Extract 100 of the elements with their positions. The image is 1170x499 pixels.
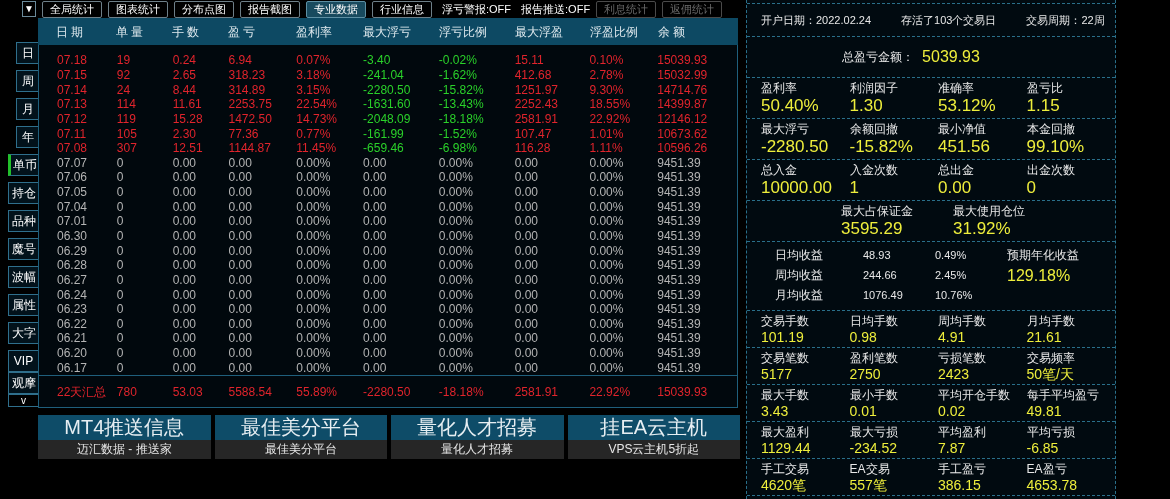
stat-value: 2750 <box>849 366 881 382</box>
table-cell-text: 0.00 <box>172 186 197 199</box>
table-cell-text: 0.00% <box>438 361 474 374</box>
stat-label: 盈亏比 <box>1026 80 1063 96</box>
table-cell-text: -1.52% <box>438 127 478 140</box>
toolbar-button[interactable]: 行业信息 <box>372 0 432 18</box>
table-cell-text: 9451.39 <box>657 317 702 330</box>
table-cell-text: 0.00 <box>514 332 539 345</box>
view-tab[interactable]: 品种 <box>8 210 38 232</box>
stat-value: 31.92% <box>953 219 1011 239</box>
toolbar-button[interactable]: 报告截图 <box>240 0 300 18</box>
ad-title[interactable]: 量化人才招募 <box>391 415 564 440</box>
account-info: 开户日期：2022.02.24 <box>761 12 872 28</box>
period-tab[interactable]: 月 <box>16 98 38 120</box>
toolbar-button[interactable]: 图表统计 <box>108 0 168 18</box>
table-cell-text: 0.00 <box>363 215 388 228</box>
table-cell-text: 0.00 <box>172 347 197 360</box>
table-cell-text: 0.00% <box>296 347 332 360</box>
view-tab[interactable]: 单币 <box>8 154 38 176</box>
table-cell-text: 0.00% <box>296 171 332 184</box>
period-tab[interactable]: 周 <box>16 70 38 92</box>
stat-value: 451.56 <box>938 137 990 157</box>
table-cell-text: 116.28 <box>514 142 552 155</box>
table-cell-text: -161.99 <box>363 127 405 140</box>
table-cell-text: 0 <box>116 200 125 213</box>
stat-value: 99.10% <box>1026 137 1085 157</box>
table-cell-text: 0.00 <box>172 361 197 374</box>
stat-label: 余额回撤 <box>849 121 898 137</box>
toolbar-button[interactable]: 专业数据 <box>306 0 366 18</box>
view-tab[interactable]: 属性 <box>8 294 38 316</box>
stat-value: 0.02 <box>938 403 966 419</box>
summary-cell-text: 5588.54 <box>228 383 273 401</box>
ad-title[interactable]: MT4推送信息 <box>38 415 211 440</box>
table-cell-text: 18.55% <box>589 98 632 111</box>
ad-title[interactable]: 挂EA云主机 <box>567 415 740 440</box>
stat-label: 平均亏损 <box>1026 424 1075 440</box>
table-cell-text: 07.04 <box>57 200 89 213</box>
stat-label: 盈利率 <box>761 80 797 96</box>
table-cell-text: 0.00% <box>438 332 474 345</box>
table-cell-text: 0.00 <box>514 171 539 184</box>
view-tab[interactable]: 大字 <box>8 322 38 344</box>
table-cell-text: 9451.39 <box>657 303 702 316</box>
table-cell-text: 0.00 <box>514 288 539 301</box>
table-cell-text: 0.00% <box>296 317 332 330</box>
table-cell-text: 0.00 <box>363 303 388 316</box>
table-cell-text: 0.00 <box>363 361 388 374</box>
table-cell-text: 77.36 <box>228 127 260 140</box>
ad-subtitle[interactable]: VPS云主机5折起 <box>567 440 740 459</box>
toolbar-button[interactable]: 分布点图 <box>174 0 234 18</box>
stat-label: 总出金 <box>938 162 974 178</box>
column-header: 余 额 <box>658 23 687 41</box>
table-cell-text: 1472.50 <box>228 112 273 125</box>
ad-subtitle[interactable]: 迈汇数据 - 推送家 <box>38 440 211 459</box>
view-tab[interactable]: 持仓 <box>8 182 38 204</box>
table-cell-text: -3.40 <box>363 54 392 67</box>
table-cell-text: 0.00 <box>172 303 197 316</box>
table-cell-text: 06.29 <box>57 244 89 257</box>
table-cell-text: 0.00% <box>589 332 625 345</box>
ad-subtitle[interactable]: 最佳美分平台 <box>214 440 387 459</box>
table-cell-text: -2048.09 <box>363 112 412 125</box>
table-cell-text: 06.22 <box>57 317 89 330</box>
period-tab[interactable]: 日 <box>16 42 38 64</box>
table-cell-text: 0.00 <box>363 347 388 360</box>
ad-title[interactable]: 最佳美分平台 <box>214 415 387 440</box>
dropdown-button[interactable]: ▼ <box>22 1 36 17</box>
stat-value: -234.52 <box>849 440 897 456</box>
ad-subtitle[interactable]: 量化人才招募 <box>391 440 564 459</box>
view-tab[interactable]: VIP <box>8 350 38 372</box>
stat-value: 129.18% <box>1007 266 1071 286</box>
view-tab[interactable]: 波幅 <box>8 266 38 288</box>
view-tab[interactable]: 观摩 <box>8 372 38 394</box>
table-cell-text: 0.00% <box>296 200 332 213</box>
table-cell-text: 2.30 <box>172 127 197 140</box>
summary-cell-text: 55.89% <box>296 383 338 401</box>
stat-value: 386.15 <box>938 477 981 493</box>
table-cell-text: 06.20 <box>57 347 89 360</box>
stat-label: 手工交易 <box>761 461 809 477</box>
view-tab[interactable]: 魔号 <box>8 238 38 260</box>
period-tab[interactable]: 年 <box>16 126 38 148</box>
stat-value: 244.66 <box>863 267 898 283</box>
table-cell-text: 11.45% <box>296 142 338 155</box>
table-cell-text: 9451.39 <box>657 259 702 272</box>
summary-cell-text: 780 <box>116 383 138 401</box>
stat-label: EA交易 <box>849 461 890 477</box>
table-cell-text: 0.00 <box>363 317 388 330</box>
table-cell-text: 0 <box>116 186 125 199</box>
table-cell-text: 0.00% <box>438 215 474 228</box>
toolbar-button[interactable]: 全局统计 <box>42 0 102 18</box>
table-cell-text: 0.00% <box>296 186 332 199</box>
stat-value: 0.98 <box>849 329 877 345</box>
table-cell-text: 0.07% <box>296 54 332 67</box>
summary-cell-text: 15039.93 <box>657 383 709 401</box>
table-cell-text: 0 <box>116 317 125 330</box>
table-cell-text: 0.00 <box>228 317 253 330</box>
stat-label: 准确率 <box>938 80 974 96</box>
table-cell-text: 0.00 <box>228 332 253 345</box>
table-cell-text: 0.00% <box>589 361 625 374</box>
table-cell-text: 0.00% <box>296 230 332 242</box>
status-text: 浮亏警报:OFF <box>442 1 512 17</box>
table-cell-text: 07.11 <box>57 127 88 140</box>
